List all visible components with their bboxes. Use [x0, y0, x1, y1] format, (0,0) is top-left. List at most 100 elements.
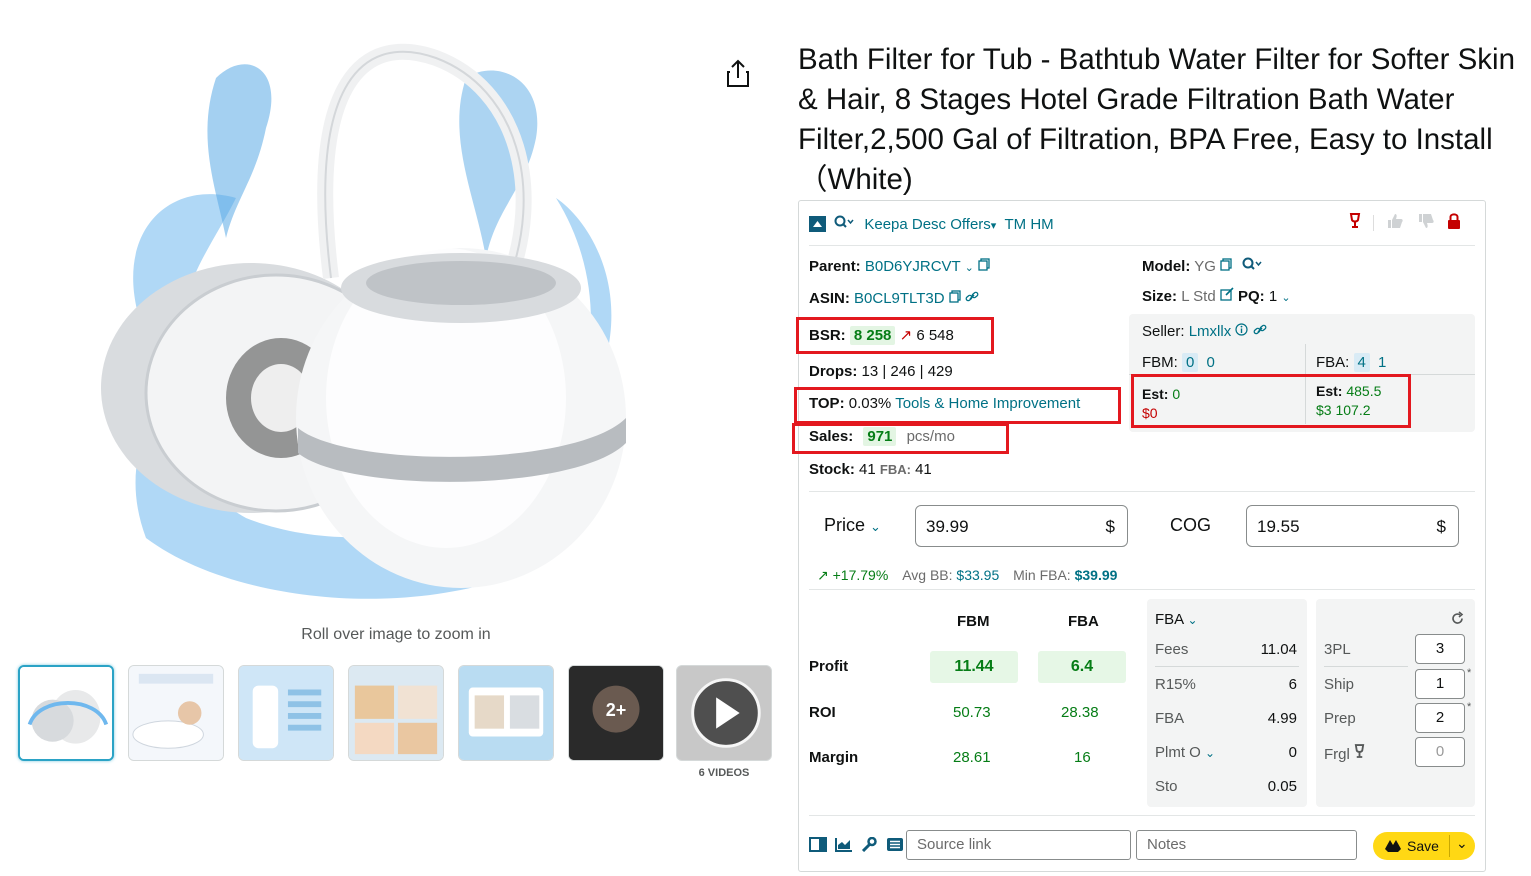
fee-value-1: 6	[1288, 676, 1297, 693]
bsr-avg-value: 6 548	[916, 327, 954, 344]
fee-value-0: 11.04	[1260, 641, 1297, 658]
fragile-row: Frgl	[1324, 744, 1365, 763]
seller-link[interactable]: Lmxllx	[1189, 323, 1232, 340]
roi-fbm: 50.73	[953, 704, 991, 721]
extra-label-2: Prep	[1324, 710, 1356, 727]
link-icon[interactable]	[965, 290, 979, 307]
thumbs-up-icon[interactable]	[1386, 214, 1404, 233]
collapse-icon[interactable]	[809, 216, 826, 232]
chevron-down-icon[interactable]: ⌄	[1281, 292, 1290, 304]
videos-count-label: 6 VIDEOS	[698, 767, 750, 779]
margin-label: Margin	[809, 749, 859, 766]
bsr-label: BSR:	[809, 327, 846, 344]
copy-icon[interactable]	[949, 290, 961, 307]
thumbnail-1[interactable]	[18, 665, 114, 761]
thumbnail-4[interactable]	[348, 665, 444, 761]
keepa-panel: Keepa Desc Offers▾ TM HM Parent: B0D6YJR…	[792, 200, 1486, 872]
model-label: Model:	[1142, 258, 1191, 275]
refresh-icon[interactable]	[1450, 611, 1465, 630]
margin-fbm: 28.61	[953, 749, 991, 766]
size-row: Size: L Std PQ: 1 ⌄	[1142, 287, 1291, 305]
parent-row: Parent: B0D6YJRCVT ⌄	[809, 258, 990, 275]
sales-value: 971	[863, 427, 897, 446]
link-icon[interactable]	[1253, 323, 1267, 340]
top-category-link[interactable]: Tools & Home Improvement	[895, 395, 1080, 412]
asin-row: ASIN: B0CL9TLT3D	[809, 290, 979, 307]
notes-input[interactable]: Notes	[1136, 830, 1357, 860]
est-highlight	[1131, 374, 1411, 428]
fee-label-4: Sto	[1155, 778, 1178, 795]
asin-link[interactable]: B0CL9TLT3D	[854, 290, 945, 307]
source-link-input[interactable]: Source link	[906, 830, 1131, 860]
thumbs-down-icon[interactable]	[1417, 214, 1435, 233]
top-value: 0.03%	[848, 395, 892, 412]
margin-fba: 16	[1074, 749, 1091, 766]
trend-up-icon: ↗	[817, 567, 829, 583]
chevron-down-icon[interactable]: ⌄	[1456, 835, 1468, 852]
price-change: +17.79%	[832, 567, 889, 583]
chevron-down-icon[interactable]: ⌄	[1205, 746, 1215, 760]
stock-fba-value: 41	[915, 461, 932, 478]
thumbnail-more[interactable]: 2+	[568, 665, 664, 761]
wrench-icon[interactable]	[861, 836, 878, 856]
cog-currency: $	[1436, 517, 1446, 536]
fees-type-select[interactable]: FBA ⌄	[1155, 611, 1198, 628]
drive-icon	[1385, 839, 1401, 856]
tm-hm-link[interactable]: TM HM	[1005, 216, 1054, 233]
parent-asin-link[interactable]: B0D6YJRCVT	[865, 258, 961, 275]
chevron-down-icon[interactable]: ⌄	[1188, 613, 1198, 627]
lock-icon[interactable]	[1447, 213, 1461, 233]
chevron-down-icon[interactable]: ⌄	[965, 262, 974, 274]
info-icon[interactable]	[1235, 323, 1248, 340]
copy-icon[interactable]	[1220, 258, 1232, 275]
product-main-image[interactable]	[86, 38, 646, 618]
3pl-input[interactable]: 3	[1415, 634, 1465, 664]
drops-label: Drops:	[809, 363, 858, 380]
edit-icon[interactable]	[1220, 287, 1234, 305]
video-thumbnail[interactable]	[676, 665, 772, 761]
search-icon[interactable]	[1242, 257, 1262, 275]
glass-icon[interactable]	[1349, 213, 1361, 233]
thumbnail-3[interactable]	[238, 665, 334, 761]
save-button[interactable]: Save ⌄	[1373, 832, 1475, 860]
drops-value: 13 | 246 | 429	[861, 363, 953, 380]
cog-input[interactable]: 19.55 $	[1246, 505, 1459, 547]
thumbnail-2[interactable]	[128, 665, 224, 761]
prep-input[interactable]: 2	[1415, 703, 1465, 733]
thumbnail-5[interactable]	[458, 665, 554, 761]
top-label: TOP:	[809, 395, 845, 412]
pq-label: PQ:	[1238, 288, 1265, 305]
search-icon[interactable]	[834, 215, 858, 233]
list-icon[interactable]	[886, 838, 904, 856]
fbm-count-a: 0	[1182, 353, 1199, 372]
parent-label: Parent:	[809, 258, 861, 275]
sales-label: Sales:	[809, 428, 854, 445]
cog-label: COG	[1170, 515, 1212, 535]
roi-fba: 28.38	[1061, 704, 1099, 721]
share-icon[interactable]	[724, 58, 752, 90]
keepa-menu-link[interactable]: Keepa Desc Offers	[864, 216, 990, 233]
stock-value: 41	[859, 461, 876, 478]
stock-fba-label: FBA:	[879, 462, 911, 477]
fbm-offers-row: FBM: 0 0	[1142, 353, 1215, 372]
panel-toggle-icon[interactable]	[809, 837, 827, 856]
chevron-down-icon[interactable]: ⌄	[870, 519, 881, 534]
top-row: TOP: 0.03% Tools & Home Improvement	[809, 395, 1080, 412]
model-value: YG	[1194, 258, 1216, 275]
fee-label-1: R15%	[1155, 676, 1196, 693]
product-title: Bath Filter for Tub - Bathtub Water Filt…	[798, 43, 1516, 196]
avg-bb-label: Avg BB:	[902, 567, 953, 583]
fee-value-3: 0	[1288, 744, 1297, 761]
fragile-input[interactable]: 0	[1415, 737, 1465, 767]
chart-icon[interactable]	[835, 838, 853, 856]
chevron-down-icon[interactable]: ▾	[991, 220, 997, 232]
price-input[interactable]: 39.99 $	[915, 505, 1128, 547]
fee-plmt[interactable]: Plmt O ⌄	[1155, 744, 1215, 761]
ship-input[interactable]: 1	[1415, 669, 1465, 699]
drops-row: Drops: 13 | 246 | 429	[809, 363, 953, 380]
price-input-value: 39.99	[926, 517, 969, 536]
fee-label-2: FBA	[1155, 710, 1185, 727]
copy-icon[interactable]	[978, 258, 990, 275]
fees-box: FBA ⌄ Fees 11.04 R15% 6 FBA 4.99 Plmt O …	[1147, 599, 1307, 807]
price-currency: $	[1105, 517, 1115, 536]
